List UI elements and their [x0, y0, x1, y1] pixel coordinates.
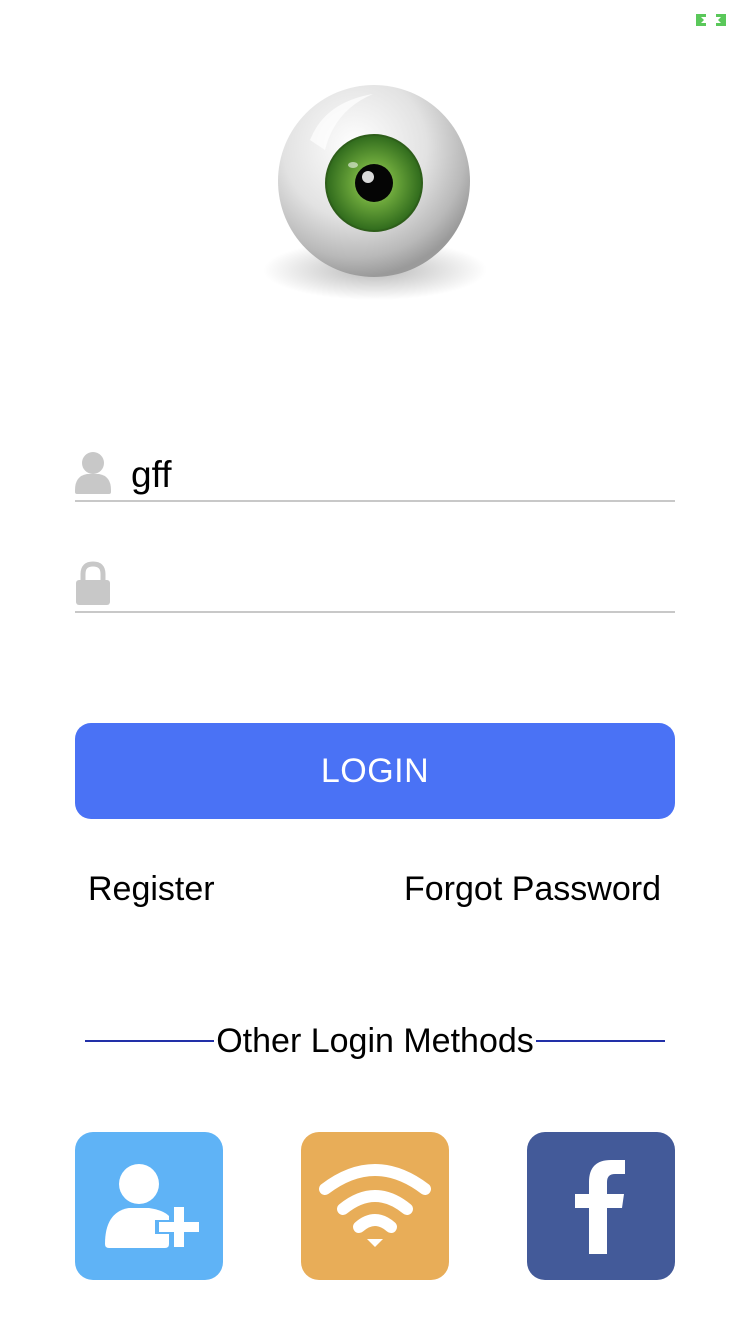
username-field — [75, 440, 675, 502]
other-login-divider: Other Login Methods — [85, 1018, 665, 1064]
login-button[interactable]: LOGIN — [75, 723, 675, 819]
password-input[interactable] — [131, 563, 675, 609]
forgot-password-link[interactable]: Forgot Password — [404, 870, 661, 909]
divider-line-right — [535, 1040, 665, 1042]
username-input[interactable] — [131, 452, 675, 498]
lock-icon — [76, 561, 110, 605]
user-silhouette-icon — [75, 452, 111, 494]
wifi-login-button[interactable] — [301, 1132, 449, 1280]
divider-line-left — [85, 1040, 215, 1042]
expand-arrows-icon — [696, 14, 726, 26]
password-field — [75, 551, 675, 613]
eyeball-logo-icon — [263, 85, 487, 300]
wifi-icon — [319, 1164, 431, 1247]
facebook-login-button[interactable] — [527, 1132, 675, 1280]
facebook-icon — [575, 1160, 625, 1254]
register-link[interactable]: Register — [88, 870, 215, 909]
add-user-login-button[interactable] — [75, 1132, 223, 1280]
add-user-icon — [105, 1164, 203, 1251]
other-login-label: Other Login Methods — [216, 1021, 534, 1060]
